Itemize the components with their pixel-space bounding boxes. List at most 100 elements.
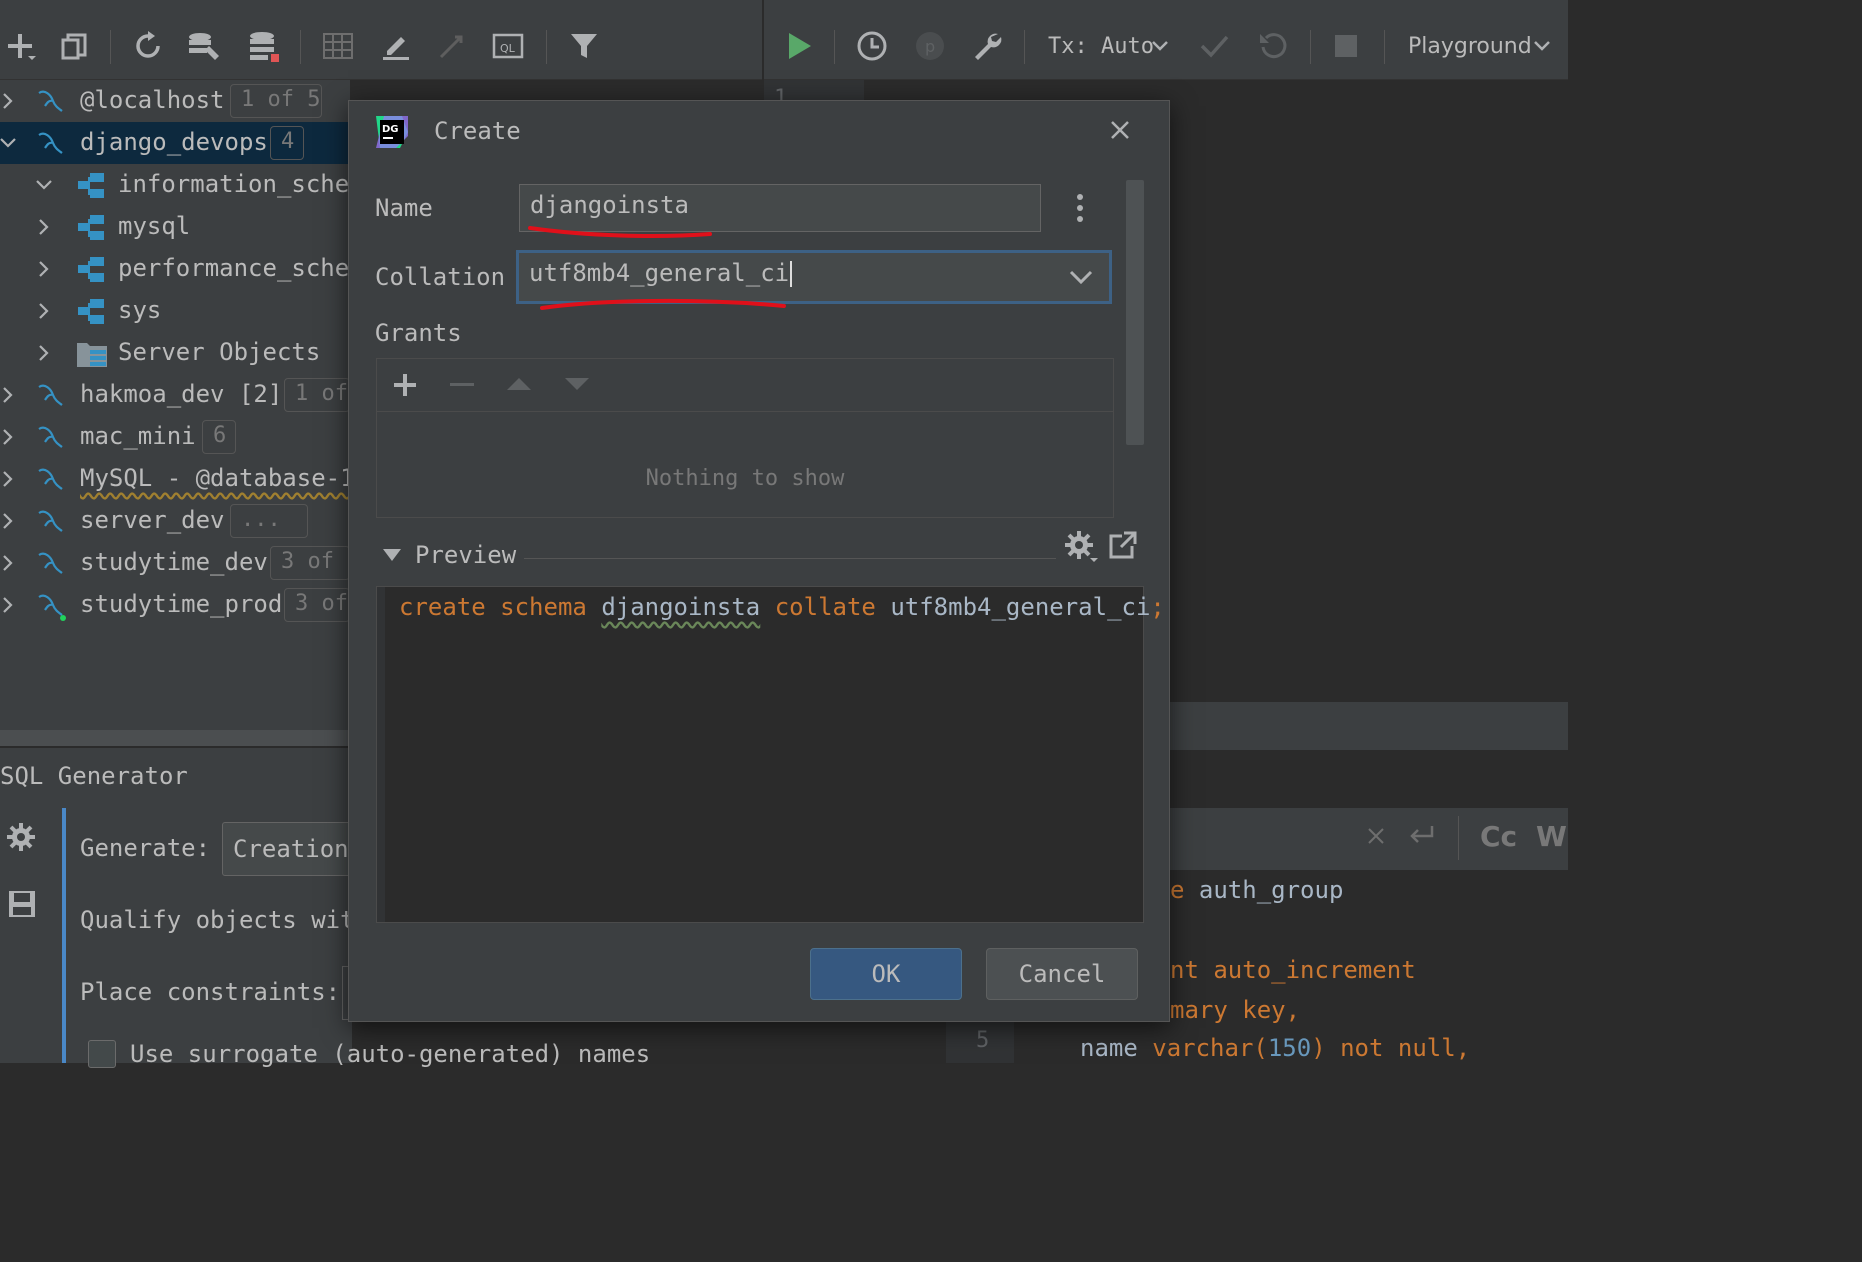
chevron-right-icon[interactable]: [0, 513, 16, 529]
name-label: Name: [375, 194, 433, 222]
chevron-right-icon[interactable]: [0, 429, 16, 445]
gear-icon[interactable]: [6, 822, 36, 852]
tree-item[interactable]: django_devops 4: [0, 122, 350, 164]
duplicate-icon[interactable]: [56, 28, 92, 64]
newline-icon[interactable]: [1408, 824, 1436, 848]
tree-item-label: hakmoa_dev [2]: [80, 380, 283, 408]
tree-item[interactable]: studytime_prod 3 of: [0, 584, 350, 626]
tree-item[interactable]: information_schem: [0, 164, 364, 206]
collapse-triangle-icon[interactable]: [382, 548, 402, 562]
words-toggle[interactable]: W: [1536, 820, 1567, 853]
chevron-down-icon[interactable]: [1068, 268, 1094, 286]
text-caret: [790, 261, 793, 287]
table-editor-icon[interactable]: [320, 28, 356, 64]
chevron-right-icon[interactable]: [0, 555, 16, 571]
gear-icon[interactable]: [1064, 530, 1098, 564]
editor-gutter: 5: [946, 1020, 1014, 1063]
tree-item-label: performance_schem: [118, 254, 364, 282]
mysql-datasource-icon: [36, 507, 64, 535]
history-icon[interactable]: [854, 28, 890, 64]
datasource-properties-icon[interactable]: [246, 28, 282, 64]
red-annotation-underline: [528, 226, 712, 238]
remove-icon: [450, 383, 474, 387]
playground-select[interactable]: Playground: [1408, 34, 1532, 59]
chevron-right-icon[interactable]: [0, 471, 16, 487]
clear-icon[interactable]: [1366, 826, 1386, 846]
tx-mode-select[interactable]: Tx: Auto: [1048, 34, 1154, 59]
ok-button[interactable]: OK: [810, 948, 962, 1000]
edit-icon[interactable]: [378, 28, 414, 64]
mysql-datasource-icon: [36, 591, 66, 621]
rollback-icon: [1254, 28, 1290, 64]
tree-item-label: studytime_dev: [80, 548, 268, 576]
preview-label[interactable]: Preview: [415, 541, 516, 569]
tree-item[interactable]: server_dev...: [0, 500, 350, 542]
tree-item[interactable]: sys: [0, 290, 350, 332]
query-console-icon[interactable]: QL: [490, 28, 526, 64]
chevron-right-icon[interactable]: [36, 303, 52, 319]
tree-item-label: studytime_prod: [80, 590, 283, 618]
dialog-scrollbar[interactable]: [1126, 180, 1144, 445]
explain-plan-icon: p: [912, 28, 948, 64]
tree-item[interactable]: @localhost 1 of 5: [0, 80, 350, 122]
generate-label: Generate:: [80, 834, 211, 862]
open-in-editor-icon[interactable]: [1108, 530, 1138, 560]
tree-item-label: sys: [118, 296, 162, 324]
chevron-right-icon[interactable]: [0, 387, 16, 403]
count-badge: 1 of: [284, 378, 350, 412]
sql-keyword-fragment: e: [1170, 876, 1185, 904]
sql-preview[interactable]: create schema djangoinsta collate utf8mb…: [376, 586, 1165, 923]
tree-item-label: mac_mini: [80, 422, 196, 450]
constraints-label: Place constraints:: [80, 978, 341, 1006]
editor-content[interactable]: [1170, 120, 1568, 705]
add-icon[interactable]: [2, 28, 38, 64]
add-icon[interactable]: [392, 372, 418, 398]
tree-item[interactable]: mac_mini 6: [0, 416, 350, 458]
move-down-icon: [564, 377, 590, 391]
more-options-icon[interactable]: [1070, 192, 1090, 224]
tree-item[interactable]: performance_schem: [0, 248, 364, 290]
filter-icon[interactable]: [566, 28, 602, 64]
tree-item[interactable]: MySQL - @database-1.: [0, 458, 369, 500]
red-annotation-underline: [540, 298, 786, 310]
chevron-down-icon[interactable]: [1524, 28, 1560, 64]
tree-horizontal-scrollbar[interactable]: [0, 730, 350, 746]
refresh-icon[interactable]: [130, 28, 166, 64]
svg-text:DG: DG: [382, 124, 399, 135]
tree-item[interactable]: studytime_dev3 of 5: [0, 542, 350, 584]
count-badge: 4: [270, 126, 304, 160]
wrench-icon[interactable]: [970, 28, 1006, 64]
schema-icon: [76, 297, 104, 325]
chevron-down-icon[interactable]: [1142, 28, 1178, 64]
chevron-right-icon[interactable]: [0, 93, 16, 109]
chevron-down-icon[interactable]: [36, 177, 52, 193]
chevron-right-icon[interactable]: [0, 597, 16, 613]
commit-icon: [1196, 28, 1232, 64]
name-value: djangoinsta: [530, 191, 689, 219]
line-number: 5: [976, 1028, 990, 1053]
chevron-down-icon[interactable]: [0, 135, 16, 151]
tree-item-label: MySQL - @database-1.: [80, 464, 369, 492]
database-toolbar: QL: [0, 0, 762, 80]
close-icon[interactable]: [1106, 116, 1134, 144]
schema-settings-icon[interactable]: [186, 28, 222, 64]
chevron-right-icon[interactable]: [36, 219, 52, 235]
match-case-toggle[interactable]: Cc: [1480, 820, 1517, 853]
editor-horizontal-scrollbar[interactable]: [1170, 702, 1568, 750]
cancel-button[interactable]: Cancel: [986, 948, 1138, 1000]
chevron-right-icon[interactable]: [36, 345, 52, 361]
sql-keyword: mary key,: [1170, 996, 1301, 1024]
chevron-right-icon[interactable]: [36, 261, 52, 277]
execute-icon[interactable]: [782, 28, 818, 64]
jump-to-icon[interactable]: [434, 28, 470, 64]
save-icon[interactable]: [8, 890, 36, 918]
tree-item[interactable]: Server Objects: [0, 332, 350, 374]
surrogate-checkbox[interactable]: [88, 1040, 116, 1068]
tree-item[interactable]: mysql: [0, 206, 350, 248]
console-toolbar: p Tx: Auto Playground: [764, 0, 1568, 80]
tree-item[interactable]: hakmoa_dev [2] 1 of: [0, 374, 350, 416]
generate-select[interactable]: Creation: [222, 822, 362, 876]
find-bar: Cc W: [1170, 808, 1568, 870]
count-badge: 3 of: [284, 588, 350, 622]
sql-type-fragment: nt: [1170, 956, 1199, 984]
